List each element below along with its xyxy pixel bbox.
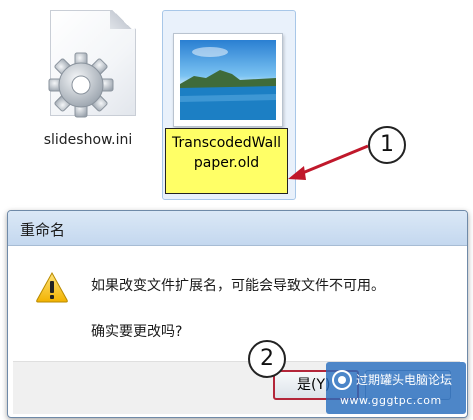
gear-icon [46, 50, 116, 120]
forum-logo-icon [332, 370, 352, 390]
image-thumbnail-icon [173, 33, 283, 127]
file-name-label: slideshow.ini [43, 132, 133, 148]
dialog-titlebar[interactable]: 重命名 [8, 211, 467, 246]
rename-edit-box[interactable]: TranscodedWall paper.old [165, 128, 288, 194]
site-watermark: 过期罐头电脑论坛 www.gggtpc.com [326, 362, 466, 414]
watermark-name: 过期罐头电脑论坛 [356, 373, 453, 387]
warning-icon [35, 271, 69, 303]
dialog-content: 如果改变文件扩展名，可能会导致文件不可用。 确实要更改吗? [13, 247, 460, 360]
page-fold [110, 10, 134, 29]
callout-number-1: 1 [368, 126, 406, 164]
thumbnail-image [180, 40, 276, 120]
rename-text-line-1: TranscodedWall [172, 135, 281, 151]
callout-number-2: 2 [248, 340, 286, 378]
rename-text-line-2: paper.old [193, 155, 260, 171]
dialog-title: 重命名 [20, 221, 66, 239]
dialog-confirm-question: 确实要更改吗? [91, 324, 183, 340]
file-item-transcoded-wallpaper[interactable]: TranscodedWall paper.old [162, 10, 296, 200]
watermark-url: www.gggtpc.com [340, 394, 442, 407]
dialog-message: 如果改变文件扩展名，可能会导致文件不可用。 [91, 278, 385, 294]
explorer-file-area: slideshow.ini TranscodedWall paper.old [0, 0, 473, 205]
